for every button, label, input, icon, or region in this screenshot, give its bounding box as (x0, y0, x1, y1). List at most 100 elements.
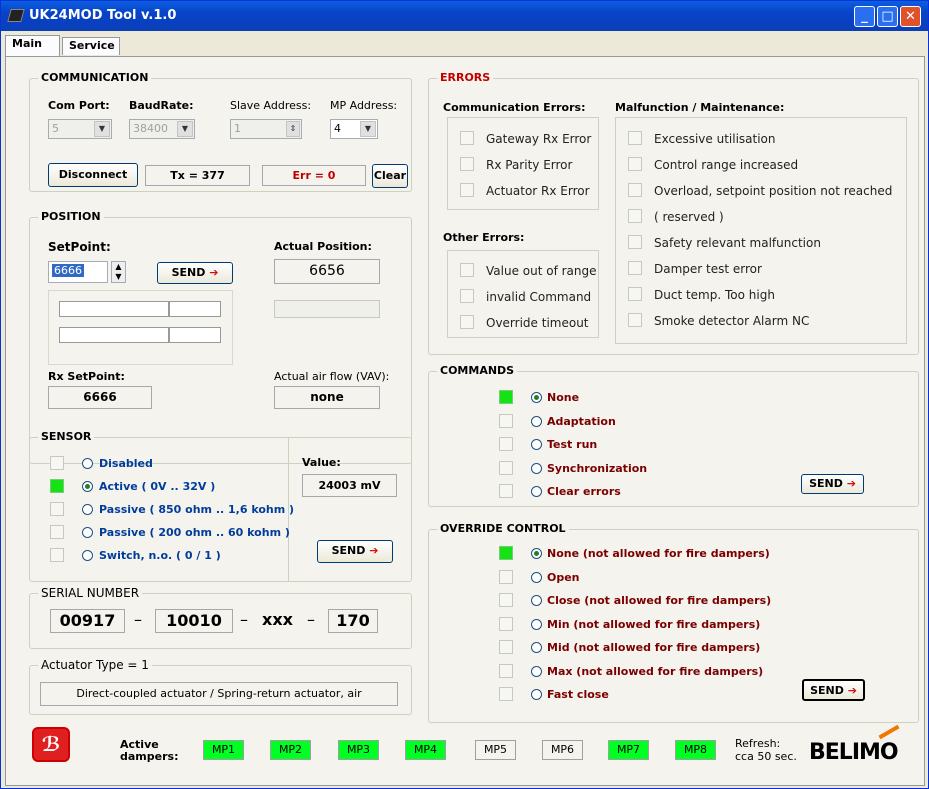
serial-dash-2: – (240, 610, 248, 629)
slider-track-left-2[interactable] (59, 327, 169, 343)
option-label[interactable]: Max (not allowed for fire dampers) (547, 665, 763, 678)
com-port-select[interactable]: 5 ▼ (48, 119, 112, 139)
option-radio[interactable] (531, 618, 542, 630)
damper-indicator-mp4: MP4 (405, 740, 446, 760)
override-title: OVERRIDE CONTROL (437, 522, 569, 535)
override-send-button[interactable]: SEND ➔ (802, 679, 865, 701)
option-radio[interactable] (531, 548, 542, 559)
setpoint-input[interactable]: 6666 (48, 261, 108, 283)
sensor-radio[interactable] (82, 481, 93, 492)
position-group: POSITION SetPoint: 6666 ▲ ▼ SEND ➔ Actual… (29, 210, 412, 464)
option-radio[interactable] (531, 595, 542, 606)
option-radio[interactable] (531, 462, 542, 474)
override-control-group: OVERRIDE CONTROL None (not allowed for f… (428, 522, 919, 723)
slider-track-left[interactable] (59, 301, 169, 317)
sensor-option-label[interactable]: Passive ( 850 ohm .. 1,6 kohm ) (99, 503, 294, 516)
option-label[interactable]: Synchronization (547, 462, 647, 475)
airflow-label: Actual air flow (VAV): (274, 370, 390, 383)
error-label: Gateway Rx Error (486, 132, 592, 146)
sensor-option-label[interactable]: Passive ( 200 ohm .. 60 kohm ) (99, 526, 290, 539)
sensor-option-label[interactable]: Switch, n.o. ( 0 / 1 ) (99, 549, 221, 562)
position-title: POSITION (38, 210, 104, 223)
sensor-option-label[interactable]: Disabled (99, 457, 153, 470)
app-icon (7, 9, 25, 22)
error-label: ( reserved ) (654, 210, 724, 224)
option-radio[interactable] (531, 439, 542, 450)
errors-title: ERRORS (437, 71, 494, 84)
sensor-value-label: Value: (302, 456, 341, 469)
commands-group: COMMANDS None Adaptation Test run Synchroni… (428, 364, 919, 507)
option-label[interactable]: Test run (547, 438, 597, 451)
maximize-button[interactable]: □ (877, 6, 898, 27)
baudrate-label: BaudRate: (129, 99, 194, 112)
errors-group: ERRORS Communication Errors: Gateway Rx … (428, 71, 919, 355)
close-button[interactable]: ✕ (900, 6, 921, 27)
option-label[interactable]: Fast close (547, 688, 609, 701)
tab-service[interactable]: Service (62, 37, 120, 55)
option-label[interactable]: None (not allowed for fire dampers) (547, 547, 770, 560)
error-label: Overload, setpoint position not reached (654, 184, 893, 198)
damper-indicator-mp8: MP8 (675, 740, 716, 760)
disconnect-button[interactable]: Disconnect (48, 163, 138, 187)
serial-number-group: SERIAL NUMBER 00917 – 10010 – xxx – 170 (29, 586, 412, 649)
sensor-radio[interactable] (82, 550, 93, 561)
slider-track-right-2[interactable] (169, 327, 221, 343)
sensor-option-label[interactable]: Active ( 0V .. 32V ) (99, 480, 215, 493)
state-indicator (499, 390, 513, 404)
refresh-value: cca 50 sec. (735, 750, 797, 763)
error-checkbox (628, 235, 642, 249)
position-send-button[interactable]: SEND ➔ (157, 262, 233, 284)
option-label[interactable]: Open (547, 571, 580, 584)
setpoint-spinner[interactable]: ▲ ▼ (111, 261, 126, 283)
title-bar[interactable]: UK24MOD Tool v.1.0 _ □ ✕ (1, 1, 928, 31)
sensor-send-button[interactable]: SEND ➔ (317, 540, 393, 563)
option-radio[interactable] (531, 689, 542, 700)
tab-main[interactable]: Main (5, 35, 60, 56)
option-label[interactable]: Clear errors (547, 485, 621, 498)
state-indicator (499, 663, 513, 678)
error-checkbox (628, 157, 642, 171)
error-checkbox (460, 157, 474, 171)
sensor-radio[interactable] (82, 527, 93, 538)
communication-group: COMMUNICATION Com Port: BaudRate: Slave … (29, 71, 412, 192)
option-label[interactable]: Min (not allowed for fire dampers) (547, 618, 760, 631)
option-label[interactable]: None (547, 391, 579, 404)
clear-button[interactable]: Clear (372, 164, 408, 188)
serial-part-2: 10010 (155, 609, 233, 633)
serial-part-3: xxx (262, 610, 293, 629)
option-label[interactable]: Adaptation (547, 415, 616, 428)
minimize-button[interactable]: _ (854, 6, 875, 27)
arrow-right-icon: ➔ (847, 684, 857, 697)
option-radio[interactable] (531, 392, 542, 403)
tx-counter: Tx = 377 (145, 165, 250, 186)
error-checkbox (628, 313, 642, 327)
option-label[interactable]: Mid (not allowed for fire dampers) (547, 641, 760, 654)
error-checkbox (628, 131, 642, 145)
commands-send-button[interactable]: SEND ➔ (801, 474, 864, 494)
damper-indicator-mp1: MP1 (203, 740, 244, 760)
option-label[interactable]: Close (not allowed for fire dampers) (547, 594, 771, 607)
arrow-right-icon: ➔ (846, 477, 856, 490)
error-label: Rx Parity Error (486, 158, 573, 172)
mp-address-select[interactable]: 4 ▼ (330, 119, 378, 139)
error-label: Excessive utilisation (654, 132, 776, 146)
slider-track-right[interactable] (169, 301, 221, 317)
state-indicator (499, 593, 513, 607)
serial-title: SERIAL NUMBER (38, 586, 143, 600)
sensor-radio[interactable] (82, 458, 93, 469)
option-radio[interactable] (531, 642, 542, 653)
serial-part-1: 00917 (50, 609, 125, 633)
sensor-title: SENSOR (38, 430, 95, 443)
sensor-indicator (50, 456, 64, 470)
sensor-radio[interactable] (82, 504, 93, 515)
baudrate-select[interactable]: 38400 ▼ (129, 119, 195, 139)
option-radio[interactable] (531, 665, 542, 677)
option-radio[interactable] (531, 486, 542, 497)
state-indicator (499, 484, 513, 498)
spin-icon[interactable]: ⇕ (286, 121, 300, 137)
slave-address-stepper[interactable]: 1 ⇕ (230, 119, 302, 139)
sensor-group: SENSOR Disabled Active ( 0V .. 32V ) Passi… (29, 430, 412, 582)
option-radio[interactable] (531, 571, 542, 583)
option-radio[interactable] (531, 415, 542, 427)
state-indicator (499, 616, 513, 631)
